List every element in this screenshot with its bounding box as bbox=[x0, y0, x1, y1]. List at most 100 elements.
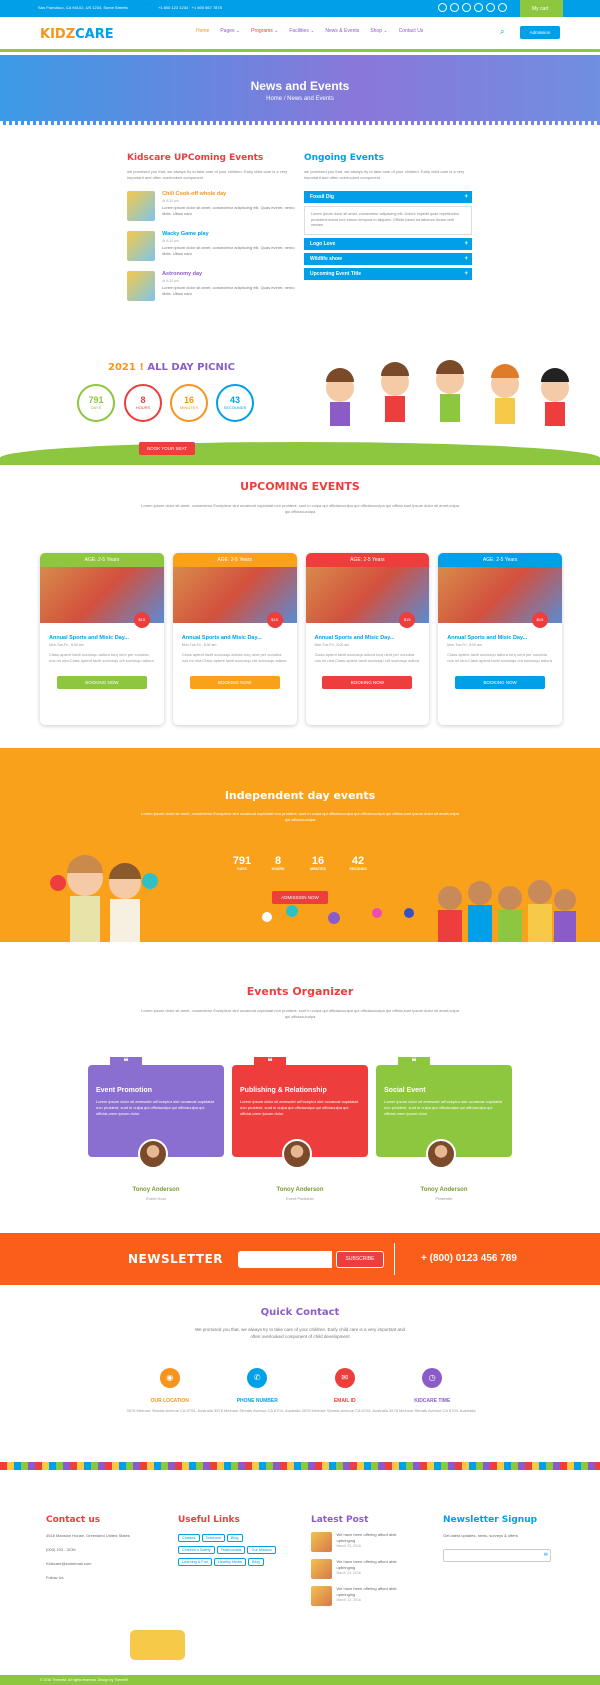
footer-link[interactable]: Teachers bbox=[201, 1534, 225, 1542]
kids-painted-hands bbox=[50, 855, 158, 942]
contact-item-heading: KIDCARE TIME bbox=[414, 1398, 451, 1404]
footer-email[interactable]: Kidscare@somemail.com bbox=[46, 1561, 156, 1567]
footer-link[interactable]: Learning & Fun bbox=[178, 1558, 212, 1566]
nav-item-shop[interactable]: Shop ⌄ bbox=[370, 28, 387, 34]
breadcrumb[interactable]: Home / News and Events bbox=[0, 96, 600, 102]
post-text[interactable]: We have been offering afford able upbrin… bbox=[337, 1559, 411, 1570]
post-date: March 23, 2016 bbox=[336, 1571, 361, 1575]
top-address: San Francisco, CA 94102, US 1234, Some S… bbox=[38, 5, 128, 10]
event-card[interactable]: AGE: 2-5 Years $15 Annual Sports and Misic… bbox=[40, 553, 164, 725]
post-date: March 23, 2016 bbox=[336, 1598, 361, 1602]
countdown-label: HOURS bbox=[271, 867, 285, 871]
linkedin-icon[interactable] bbox=[462, 3, 471, 12]
nav-item-home[interactable]: Home bbox=[196, 28, 209, 34]
cart-button[interactable]: My cart bbox=[520, 0, 563, 17]
event-card[interactable]: AGE: 2-5 Years $15 Annual Sports and Misic… bbox=[305, 553, 430, 725]
accordion-header-logo[interactable]: Logo Love bbox=[304, 237, 472, 250]
signup-title: Newsletter Signup bbox=[443, 1515, 538, 1525]
nav-item-news[interactable]: News & Events bbox=[325, 28, 359, 34]
post-text[interactable]: We have been offering afford able upbrin… bbox=[337, 1586, 411, 1597]
newsletter-title: NEWSLETTER bbox=[128, 1252, 224, 1266]
card-title[interactable]: Annual Sports and Misic Day... bbox=[447, 635, 562, 641]
countdown-value: 43 bbox=[229, 395, 240, 405]
event-item[interactable]: Wacky Game play At 6:30 pm Lorem ipsum dol… bbox=[127, 231, 297, 261]
post-item[interactable]: We have been offering afford able upbrin… bbox=[311, 1532, 411, 1552]
footer-link[interactable]: Children's Safety bbox=[178, 1546, 215, 1554]
kidscare-events-title: Kidscare UPComing Events bbox=[127, 153, 264, 163]
card-age: AGE: 2-5 Years bbox=[438, 553, 562, 567]
organizer-name: Tonoy Anderson bbox=[420, 1187, 468, 1193]
nav-item-contact[interactable]: Contact Us bbox=[399, 28, 424, 34]
signup-email-input[interactable]: ✉ bbox=[443, 1549, 551, 1562]
booking-button[interactable]: BOOKING NOW bbox=[56, 676, 147, 689]
accordion-header-upcoming[interactable]: Upcoming Event Title bbox=[304, 267, 472, 280]
booking-button[interactable]: BOOKING NOW bbox=[189, 676, 280, 689]
skype-icon[interactable] bbox=[474, 3, 483, 12]
countdown-hours: 8 HOURS bbox=[124, 384, 162, 422]
nav-item-facilities[interactable]: Facilities ⌄ bbox=[289, 28, 314, 34]
organizer-header: Events Organizer Lorem ipsum dolor sit a… bbox=[0, 985, 600, 1020]
post-item[interactable]: We have been offering afford able upbrin… bbox=[311, 1586, 411, 1606]
accordion: Fossil Dig Lorem ipsum dolor sit amet, c… bbox=[304, 191, 472, 280]
organizer-card-text: Lorem ipsum dolor sit amesctet urExceptu… bbox=[240, 1099, 358, 1116]
footer-link[interactable]: Blog bbox=[248, 1558, 264, 1566]
copyright: © 2016 ThemeM. All rights reserved. Desi… bbox=[0, 1675, 600, 1685]
instagram-icon[interactable] bbox=[450, 3, 459, 12]
page-banner: News and Events Home / News and Events bbox=[0, 55, 600, 125]
quick-contact-header: Quick Contact We promised you that, we a… bbox=[0, 1307, 600, 1340]
event-item[interactable]: Chili Cook-off whole day At 6:30 pm Lorem … bbox=[127, 191, 297, 221]
phone-icon: ✆ bbox=[247, 1368, 268, 1388]
footer-follow: Follow Us bbox=[46, 1575, 64, 1580]
event-item[interactable]: Astronomy day At 6:30 pm Lorem ipsum dolor… bbox=[127, 271, 297, 301]
logo[interactable]: KIDZCARE bbox=[40, 27, 114, 42]
countdown-value: 791 bbox=[88, 395, 104, 405]
bunting-flags bbox=[0, 1462, 600, 1470]
subscribe-button[interactable]: SUBSCRIBE bbox=[336, 1251, 384, 1268]
accordion-header-wildlife[interactable]: Wildlife show bbox=[304, 252, 472, 265]
admission-button[interactable]: Admission bbox=[520, 26, 560, 39]
twitter-bird-icon[interactable] bbox=[486, 3, 495, 12]
organizer-card: ❝ Publishing & Relationship Lorem ipsum do… bbox=[232, 1057, 368, 1203]
price-badge: $15 bbox=[399, 612, 416, 628]
accordion-header-fossil[interactable]: Fossil Dig bbox=[304, 191, 472, 203]
footer-link[interactable]: Our Mission bbox=[247, 1546, 276, 1554]
book-seat-button[interactable]: BOOK YOUR SEAT bbox=[139, 442, 195, 455]
contact-item-heading: EMAIL ID bbox=[333, 1398, 356, 1404]
admission-now-button[interactable]: ADMISSION NOW bbox=[272, 891, 328, 904]
event-title[interactable]: Chili Cook-off whole day bbox=[162, 191, 297, 197]
countdown-minutes: 16 MINUTES bbox=[303, 855, 333, 871]
event-title[interactable]: Astronomy day bbox=[162, 271, 297, 277]
post-item[interactable]: We have been offering afford able upbrin… bbox=[311, 1559, 411, 1579]
footer-link[interactable]: Testimonials bbox=[216, 1546, 246, 1554]
logo-kidz: KIDZ bbox=[40, 27, 76, 42]
event-title[interactable]: Wacky Game play bbox=[162, 231, 297, 237]
footer-link[interactable]: Healthy Meals bbox=[213, 1558, 247, 1566]
facebook-icon[interactable] bbox=[498, 3, 507, 12]
event-thumb bbox=[127, 231, 156, 261]
event-card[interactable]: AGE: 2-5 Years $15 Annual Sports and Misic… bbox=[438, 553, 562, 725]
card-title[interactable]: Annual Sports and Misic Day... bbox=[315, 635, 430, 641]
post-text[interactable]: We have been offering afford able upbrin… bbox=[337, 1532, 411, 1543]
twitter-icon[interactable] bbox=[438, 3, 447, 12]
card-title[interactable]: Annual Sports and Misic Day... bbox=[49, 635, 164, 641]
footer-address: 4518 Mansion House, Greenland United Sta… bbox=[46, 1533, 130, 1538]
footer-link[interactable]: Classes bbox=[178, 1534, 200, 1542]
nav-item-pages[interactable]: Pages ⌄ bbox=[220, 28, 240, 34]
newsletter-email-input[interactable] bbox=[238, 1251, 332, 1268]
card-age: AGE: 2-5 Years bbox=[305, 553, 430, 567]
nav-item-programs[interactable]: Programs ⌄ bbox=[251, 28, 278, 34]
card-age: AGE: 2-5 Years bbox=[40, 553, 164, 567]
footer-link[interactable]: Blog bbox=[226, 1534, 243, 1542]
send-icon[interactable]: ✉ bbox=[544, 1552, 548, 1558]
decor-ball bbox=[372, 908, 382, 918]
event-card[interactable]: AGE: 2-5 Years $15 Annual Sports and Misic… bbox=[172, 553, 297, 725]
price-badge: $15 bbox=[133, 612, 150, 628]
card-title[interactable]: Annual Sports and Misic Day... bbox=[182, 635, 297, 641]
booking-button[interactable]: BOOKING NOW bbox=[455, 676, 546, 689]
countdown-seconds: 42 SECONDS bbox=[343, 855, 373, 871]
school-bus-illustration bbox=[130, 1630, 185, 1660]
card-text: Class aptent taciti sociosqu adiora torq… bbox=[181, 652, 287, 663]
card-date: Mon-Tue-Fri , 8:00 am bbox=[181, 643, 217, 647]
booking-button[interactable]: BOOKING NOW bbox=[322, 676, 413, 689]
search-icon[interactable]: ⌕ bbox=[500, 27, 504, 37]
